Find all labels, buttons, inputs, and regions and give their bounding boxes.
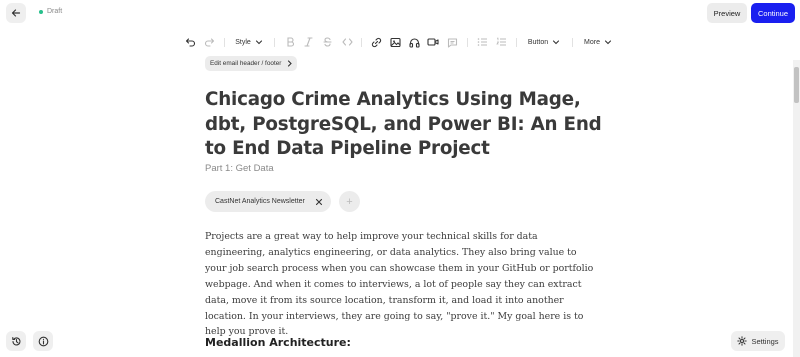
more-label: More <box>584 38 600 46</box>
redo-icon <box>204 37 214 47</box>
button-dropdown[interactable]: Button <box>526 35 562 49</box>
numbered-list-button[interactable] <box>495 35 507 49</box>
post-title[interactable]: Chicago Crime Analytics Using Mage, dbt,… <box>205 88 605 162</box>
arrow-left-icon <box>11 9 21 17</box>
link-icon <box>371 37 381 47</box>
scrollbar-track <box>793 60 800 357</box>
undo-button[interactable] <box>184 35 196 49</box>
numbered-list-icon <box>495 37 506 46</box>
draft-status: Draft <box>39 8 62 15</box>
bullet-list-button[interactable] <box>476 35 488 49</box>
code-icon <box>341 38 353 46</box>
toolbar-divider <box>361 38 362 47</box>
italic-icon <box>303 37 313 47</box>
tag-label: CastNet Analytics Newsletter <box>215 198 305 205</box>
formatting-toolbar: Style Button More <box>0 35 800 49</box>
toolbar-divider <box>467 38 468 47</box>
toolbar-divider <box>224 38 225 47</box>
link-button[interactable] <box>370 35 382 49</box>
code-button[interactable] <box>341 35 353 49</box>
comment-button[interactable] <box>446 35 458 49</box>
add-tag-button[interactable]: + <box>339 191 360 212</box>
audio-button[interactable] <box>408 35 420 49</box>
gear-icon <box>737 336 748 346</box>
italic-button[interactable] <box>303 35 313 49</box>
edit-header-footer-label: Edit email header / footer <box>210 60 282 67</box>
image-icon <box>389 37 401 47</box>
history-icon <box>11 336 20 345</box>
history-button[interactable] <box>6 331 26 351</box>
comment-icon <box>447 37 457 48</box>
section-heading[interactable]: Medallion Architecture: <box>205 336 351 349</box>
continue-button[interactable]: Continue <box>751 3 795 23</box>
style-dropdown[interactable]: Style <box>234 35 264 49</box>
video-icon <box>427 38 439 46</box>
settings-label: Settings <box>751 336 779 346</box>
undo-icon <box>185 37 195 47</box>
chevron-down-icon <box>255 40 262 45</box>
remove-tag-button[interactable] <box>315 198 323 206</box>
bold-icon <box>286 37 294 47</box>
status-dot <box>39 9 43 14</box>
toolbar-divider <box>274 38 275 47</box>
close-icon <box>315 198 322 205</box>
info-icon <box>38 336 48 346</box>
publication-tag: CastNet Analytics Newsletter <box>205 191 331 212</box>
button-label: Button <box>527 38 549 46</box>
video-button[interactable] <box>427 35 439 49</box>
post-body-paragraph[interactable]: Projects are a great way to help improve… <box>205 229 595 340</box>
bold-button[interactable] <box>285 35 295 49</box>
chevron-down-icon <box>553 40 560 45</box>
more-dropdown[interactable]: More <box>582 35 614 49</box>
scrollbar-thumb[interactable] <box>794 67 799 103</box>
info-button[interactable] <box>33 331 53 351</box>
strikethrough-button[interactable] <box>322 35 332 49</box>
redo-button[interactable] <box>203 35 215 49</box>
style-label: Style <box>235 38 251 46</box>
back-button[interactable] <box>6 3 26 23</box>
bullet-list-icon <box>477 38 487 46</box>
image-button[interactable] <box>389 35 401 49</box>
strikethrough-icon <box>322 37 332 47</box>
settings-button[interactable]: Settings <box>731 331 785 351</box>
edit-header-footer-button[interactable]: Edit email header / footer <box>205 56 298 71</box>
toolbar-divider <box>572 38 573 47</box>
status-label: Draft <box>47 8 63 15</box>
toolbar-divider <box>516 38 517 47</box>
chevron-down-icon <box>604 40 612 45</box>
headphones-icon <box>408 37 420 48</box>
preview-button[interactable]: Preview <box>707 3 747 23</box>
chevron-right-icon <box>288 60 293 67</box>
post-subtitle[interactable]: Part 1: Get Data <box>205 163 274 174</box>
